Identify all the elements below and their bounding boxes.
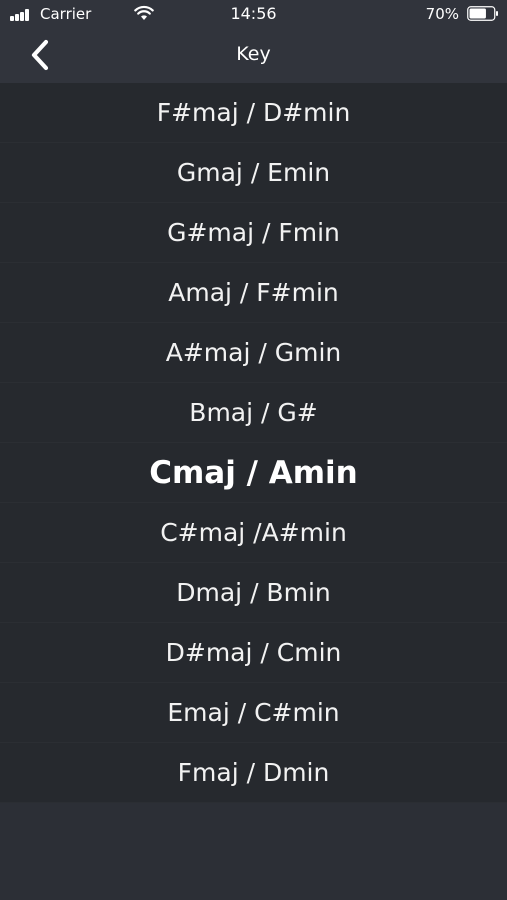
key-option[interactable]: G#maj / Fmin bbox=[0, 203, 507, 263]
key-option[interactable]: Emaj / C#min bbox=[0, 683, 507, 743]
battery-percentage: 70% bbox=[425, 5, 459, 23]
navigation-bar: Key bbox=[0, 28, 507, 83]
key-option[interactable]: Dmaj / Bmin bbox=[0, 563, 507, 623]
key-option[interactable]: Amaj / F#min bbox=[0, 263, 507, 323]
key-picker-screen: Carrier 14:56 70% Key F#maj / D#min Gmaj… bbox=[0, 0, 507, 900]
key-list: F#maj / D#min Gmaj / Emin G#maj / Fmin A… bbox=[0, 83, 507, 803]
status-bar: Carrier 14:56 70% bbox=[0, 0, 507, 28]
key-option[interactable]: A#maj / Gmin bbox=[0, 323, 507, 383]
key-option[interactable]: F#maj / D#min bbox=[0, 83, 507, 143]
key-option[interactable]: Bmaj / G# bbox=[0, 383, 507, 443]
key-option[interactable]: Fmaj / Dmin bbox=[0, 743, 507, 803]
battery-icon bbox=[467, 6, 498, 21]
key-option[interactable]: D#maj / Cmin bbox=[0, 623, 507, 683]
key-option[interactable]: Gmaj / Emin bbox=[0, 143, 507, 203]
page-title: Key bbox=[236, 43, 271, 65]
key-option-selected[interactable]: Cmaj / Amin bbox=[0, 443, 507, 503]
key-option[interactable]: C#maj /A#min bbox=[0, 503, 507, 563]
